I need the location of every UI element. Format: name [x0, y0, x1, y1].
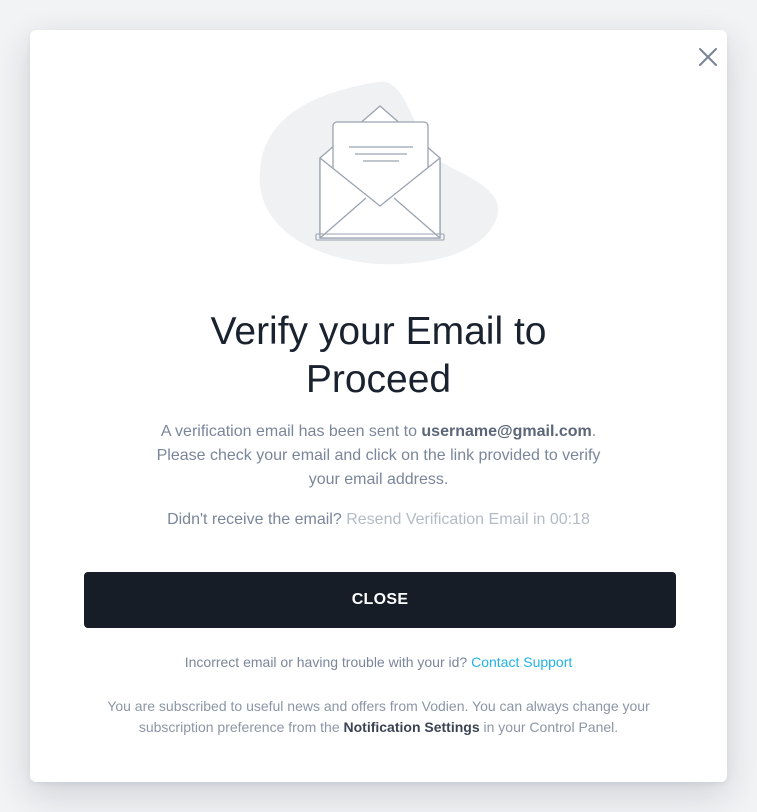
title-line-2: Proceed [305, 358, 452, 401]
modal-title: Verify your Email to Proceed [30, 308, 727, 404]
subscription-footer: You are subscribed to useful news and of… [100, 696, 657, 738]
support-row: Incorrect email or having trouble with y… [30, 652, 727, 672]
notification-settings-link[interactable]: Notification Settings [344, 719, 480, 735]
contact-support-link[interactable]: Contact Support [471, 654, 572, 670]
close-button[interactable]: CLOSE [84, 572, 676, 628]
support-text: Incorrect email or having trouble with y… [184, 654, 468, 670]
resend-verification-link: Resend Verification Email in 00:18 [346, 511, 590, 528]
title-line-1: Verify your Email to [210, 310, 547, 353]
close-icon[interactable] [697, 46, 719, 68]
open-envelope-icon [259, 81, 499, 265]
verify-email-modal: Verify your Email to Proceed A verificat… [30, 30, 727, 782]
footer-text-2: in your Control Panel. [479, 719, 619, 735]
verification-description: A verification email has been sent to us… [140, 420, 617, 492]
description-text-1: A verification email has been sent to [160, 423, 422, 440]
user-email: username@gmail.com [421, 423, 592, 440]
resend-row: Didn't receive the email? Resend Verific… [30, 509, 727, 531]
resend-prompt: Didn't receive the email? [167, 511, 342, 528]
